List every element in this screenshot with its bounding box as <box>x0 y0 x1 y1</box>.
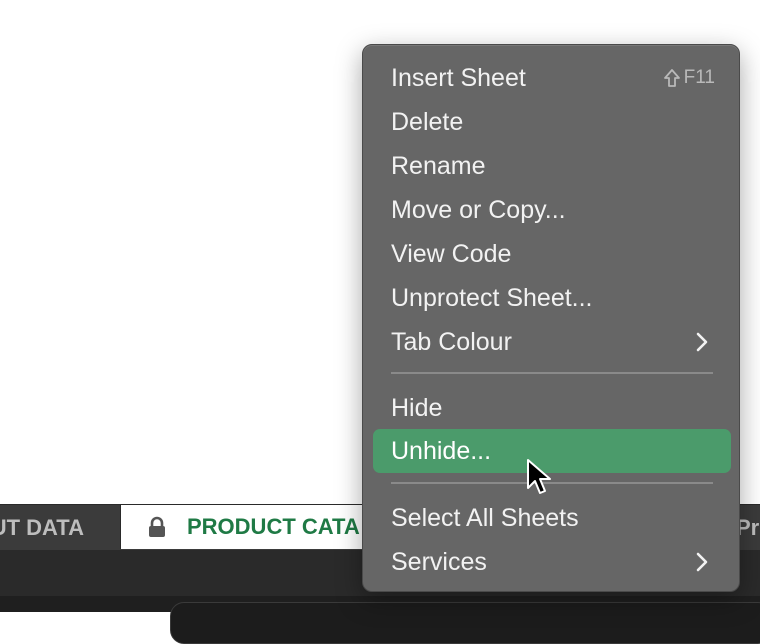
menu-item-insert-sheet[interactable]: Insert Sheet F11 <box>373 56 731 100</box>
menu-item-tab-colour[interactable]: Tab Colour <box>373 320 731 364</box>
menu-item-unhide[interactable]: Unhide... <box>373 429 731 473</box>
chevron-right-icon <box>696 332 708 352</box>
menu-separator <box>391 482 713 484</box>
menu-item-label: Move or Copy... <box>391 195 566 224</box>
menu-item-unprotect-sheet[interactable]: Unprotect Sheet... <box>373 276 731 320</box>
menu-item-label: Unhide... <box>391 436 492 465</box>
menu-item-services[interactable]: Services <box>373 540 731 584</box>
sheet-tab-label: PRODUCT CATA <box>187 514 360 539</box>
menu-item-label: Tab Colour <box>391 327 512 356</box>
shortcut-key: F11 <box>683 67 715 88</box>
menu-item-label: View Code <box>391 239 512 268</box>
lock-icon <box>149 516 165 537</box>
sheet-tab-label: UT DATA <box>0 515 84 540</box>
menu-separator <box>391 372 713 374</box>
menu-item-label: Rename <box>391 151 486 180</box>
menu-item-rename[interactable]: Rename <box>373 144 731 188</box>
menu-item-move-or-copy[interactable]: Move or Copy... <box>373 188 731 232</box>
menu-item-shortcut: F11 <box>663 67 715 89</box>
menu-item-label: Select All Sheets <box>391 503 579 532</box>
menu-item-delete[interactable]: Delete <box>373 100 731 144</box>
menu-item-label: Hide <box>391 393 443 422</box>
menu-item-label: Unprotect Sheet... <box>391 283 593 312</box>
menu-item-label: Delete <box>391 107 464 136</box>
sheet-tab-input-data[interactable]: UT DATA <box>0 505 120 551</box>
mouse-pointer-icon <box>527 459 551 494</box>
menu-item-hide[interactable]: Hide <box>373 386 731 430</box>
chevron-right-icon <box>696 552 708 572</box>
sheet-context-menu: Insert Sheet F11 Delete Rename Move or C… <box>362 44 740 592</box>
shift-icon <box>663 69 680 87</box>
menu-item-select-all-sheets[interactable]: Select All Sheets <box>373 496 731 540</box>
menu-item-label: Insert Sheet <box>391 63 526 92</box>
status-bar-panel <box>170 602 760 644</box>
sheet-tab-product-catalogue[interactable]: PRODUCT CATA <box>120 505 380 549</box>
menu-item-view-code[interactable]: View Code <box>373 232 731 276</box>
menu-item-label: Services <box>391 547 487 576</box>
